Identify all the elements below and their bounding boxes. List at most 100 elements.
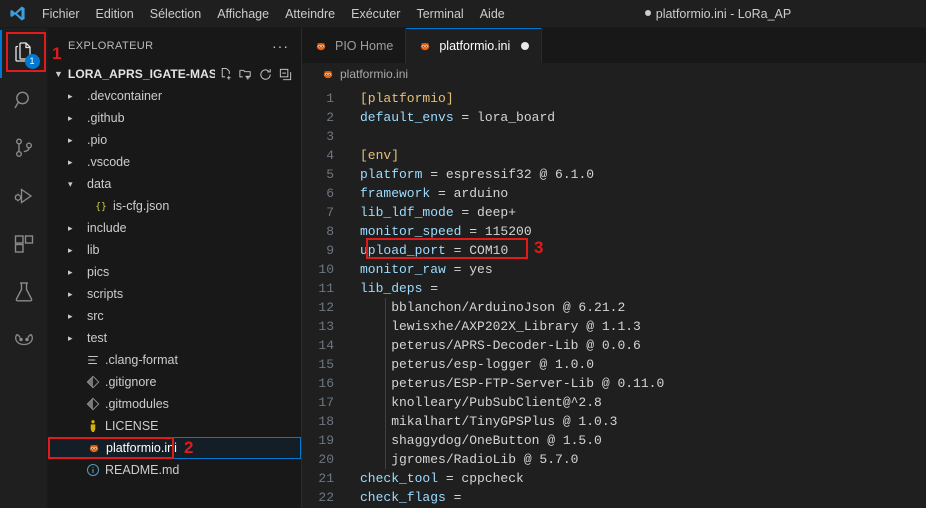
- code-line[interactable]: check_tool = cppcheck: [360, 469, 926, 488]
- title-bar: Fichier Edition Sélection Affichage Atte…: [0, 0, 926, 28]
- menu-terminal[interactable]: Terminal: [408, 0, 471, 27]
- code-line[interactable]: peterus/esp-logger @ 1.0.0: [360, 355, 926, 374]
- tree-item-github[interactable]: ▸ .github: [48, 107, 301, 129]
- code-line[interactable]: [env]: [360, 146, 926, 165]
- menu-selection[interactable]: Sélection: [142, 0, 209, 27]
- tree-item-vscode[interactable]: ▸ .vscode: [48, 151, 301, 173]
- tree-item-gitignore[interactable]: .gitignore: [48, 371, 301, 393]
- code-line[interactable]: check_flags =: [360, 488, 926, 507]
- tree-item-gitmodules[interactable]: .gitmodules: [48, 393, 301, 415]
- activity-item-testing[interactable]: [0, 270, 48, 318]
- tree-item-clang-format[interactable]: .clang-format: [48, 349, 301, 371]
- activity-item-platformio[interactable]: [0, 318, 48, 366]
- menu-fichier[interactable]: Fichier: [34, 0, 88, 27]
- line-number: 12: [318, 300, 334, 315]
- tree-item-label: data: [87, 177, 112, 191]
- activity-item-run-debug[interactable]: [0, 174, 48, 222]
- code-line[interactable]: mikalhart/TinyGPSPlus @ 1.0.3: [360, 412, 926, 431]
- line-number: 10: [318, 262, 334, 277]
- code-token-op: =: [453, 110, 478, 125]
- tree-item-test[interactable]: ▸ test: [48, 327, 301, 349]
- code-token-val: deep+: [477, 205, 517, 220]
- editor-tab-platformio-ini[interactable]: platformio.ini: [406, 28, 543, 63]
- breadcrumb-file-label[interactable]: platformio.ini: [340, 67, 408, 81]
- chevron-right-icon: ▸: [68, 222, 73, 233]
- chevron-right-icon: ▸: [68, 244, 73, 255]
- tree-item-devcontainer[interactable]: ▸ .devcontainer: [48, 85, 301, 107]
- tree-item-data[interactable]: ▾ data: [48, 173, 301, 195]
- code-token-op: =: [445, 243, 470, 258]
- root-folder-row[interactable]: ▼ LORA_APRS_IGATE-MAS...: [48, 63, 301, 85]
- line-number: 1: [326, 91, 334, 106]
- code-line[interactable]: platform = espressif32 @ 6.1.0: [360, 165, 926, 184]
- code-line[interactable]: [360, 127, 926, 146]
- tab-unsaved-dot-icon[interactable]: [521, 41, 530, 50]
- menu-affichage[interactable]: Affichage: [209, 0, 277, 27]
- code-line[interactable]: monitor_speed = 115200: [360, 222, 926, 241]
- code-line[interactable]: upload_port = COM10: [360, 241, 926, 260]
- code-token-key: platform: [360, 167, 423, 182]
- code-line[interactable]: bblanchon/ArduinoJson @ 6.21.2: [360, 298, 926, 317]
- new-folder-icon[interactable]: [238, 67, 253, 82]
- platformio-icon: [418, 39, 432, 53]
- breadcrumb[interactable]: platformio.ini: [302, 63, 926, 85]
- chevron-right-icon: ▸: [68, 310, 73, 321]
- code-editor[interactable]: 1 2 3 4 5 6 7 8 9 10 11 12 13 14 15 16 17 18 19 20 21 22 [pla…: [302, 85, 926, 508]
- activity-item-search[interactable]: [0, 78, 48, 126]
- code-token-val: knolleary/PubSubClient@^2.8: [360, 395, 602, 410]
- line-number: 15: [318, 357, 334, 372]
- code-line[interactable]: knolleary/PubSubClient@^2.8: [360, 393, 926, 412]
- file-tree: ▸ .devcontainer ▸ .github ▸ .pio ▸ .vscode ▾ data…: [48, 85, 301, 508]
- code-token-val: peterus/ESP-FTP-Server-Lib @ 0.11.0: [360, 376, 665, 391]
- code-line[interactable]: peterus/ESP-FTP-Server-Lib @ 0.11.0: [360, 374, 926, 393]
- tree-item-pio[interactable]: ▸ .pio: [48, 129, 301, 151]
- line-number: 22: [318, 490, 334, 505]
- editor-tab-pio-home[interactable]: PIO Home: [302, 28, 407, 63]
- tree-item-src[interactable]: ▸ src: [48, 305, 301, 327]
- code-token-key: upload_port: [360, 243, 446, 258]
- code-line[interactable]: lib_ldf_mode = deep+: [360, 203, 926, 222]
- code-line[interactable]: default_envs = lora_board: [360, 108, 926, 127]
- activity-item-explorer[interactable]: 1: [0, 30, 48, 78]
- explorer-header: EXPLORATEUR ···: [48, 28, 301, 63]
- menu-atteindre[interactable]: Atteindre: [277, 0, 343, 27]
- tree-item-label: .github: [87, 111, 125, 125]
- code-line[interactable]: lewisxhe/AXP202X_Library @ 1.1.3: [360, 317, 926, 336]
- code-token-key: monitor_speed: [360, 224, 462, 239]
- explorer-badge-count: 1: [24, 54, 40, 69]
- collapse-all-icon[interactable]: [278, 67, 293, 82]
- tree-item-lib[interactable]: ▸ lib: [48, 239, 301, 261]
- activity-item-source-control[interactable]: [0, 126, 48, 174]
- code-line[interactable]: peterus/APRS-Decoder-Lib @ 0.0.6: [360, 336, 926, 355]
- explorer-more-actions-button[interactable]: ···: [268, 38, 293, 54]
- tree-item-label: .vscode: [87, 155, 131, 169]
- tree-item-include[interactable]: ▸ include: [48, 217, 301, 239]
- tree-item-label: test: [87, 331, 108, 345]
- code-line[interactable]: framework = arduino: [360, 184, 926, 203]
- tree-item-readme-md[interactable]: README.md: [48, 459, 301, 481]
- code-token-key: monitor_raw: [360, 262, 446, 277]
- menu-edition[interactable]: Edition: [88, 0, 142, 27]
- source-control-icon: [12, 136, 36, 165]
- tree-item-label: pics: [87, 265, 110, 279]
- code-line[interactable]: monitor_raw = yes: [360, 260, 926, 279]
- new-file-icon[interactable]: [218, 67, 233, 82]
- line-number: 2: [326, 110, 334, 125]
- code-line[interactable]: shaggydog/OneButton @ 1.5.0: [360, 431, 926, 450]
- activity-item-extensions[interactable]: [0, 222, 48, 270]
- menu-aide[interactable]: Aide: [472, 0, 513, 27]
- tree-item-scripts[interactable]: ▸ scripts: [48, 283, 301, 305]
- platformio-icon: [314, 39, 328, 53]
- code-line[interactable]: [platformio]: [360, 89, 926, 108]
- code-line[interactable]: jgromes/RadioLib @ 5.7.0: [360, 450, 926, 469]
- menu-executer[interactable]: Exécuter: [343, 0, 408, 27]
- tree-item-pics[interactable]: ▸ pics: [48, 261, 301, 283]
- refresh-icon[interactable]: [258, 67, 273, 82]
- tree-item-license[interactable]: LICENSE: [48, 415, 301, 437]
- platformio-ini-tree-item[interactable]: platformio.ini: [48, 437, 301, 459]
- code-content[interactable]: [platformio] default_envs = lora_board [e…: [354, 85, 926, 508]
- line-number: 8: [326, 224, 334, 239]
- tree-item-label: scripts: [87, 287, 124, 301]
- code-line[interactable]: lib_deps =: [360, 279, 926, 298]
- tree-item-is-cfg-json[interactable]: {} is-cfg.json: [48, 195, 301, 217]
